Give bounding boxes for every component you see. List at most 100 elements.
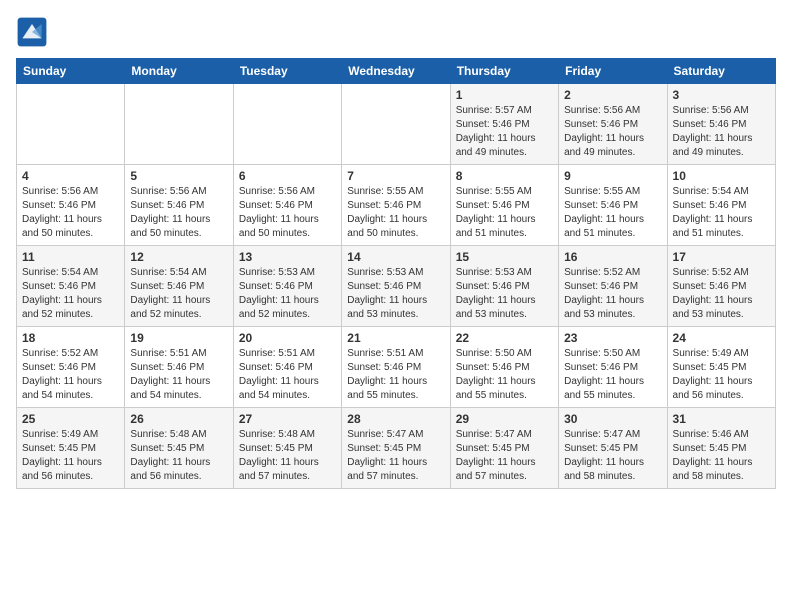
day-number: 4 [22, 169, 119, 183]
calendar-week-3: 11 Sunrise: 5:54 AM Sunset: 5:46 PM Dayli… [17, 246, 776, 327]
calendar-cell [233, 84, 341, 165]
calendar-header: SundayMondayTuesdayWednesdayThursdayFrid… [17, 59, 776, 84]
day-info: Sunrise: 5:47 AM Sunset: 5:45 PM Dayligh… [564, 428, 661, 484]
day-info: Sunrise: 5:56 AM Sunset: 5:46 PM Dayligh… [239, 185, 336, 241]
day-number: 3 [673, 88, 770, 102]
day-info: Sunrise: 5:54 AM Sunset: 5:46 PM Dayligh… [22, 266, 119, 322]
day-info: Sunrise: 5:51 AM Sunset: 5:46 PM Dayligh… [347, 347, 444, 403]
day-number: 17 [673, 250, 770, 264]
calendar-cell: 9 Sunrise: 5:55 AM Sunset: 5:46 PM Daylig… [559, 165, 667, 246]
calendar-cell: 2 Sunrise: 5:56 AM Sunset: 5:46 PM Daylig… [559, 84, 667, 165]
day-info: Sunrise: 5:55 AM Sunset: 5:46 PM Dayligh… [347, 185, 444, 241]
calendar-week-1: 1Sunrise: 5:57 AM Sunset: 5:46 PM Daylig… [17, 84, 776, 165]
calendar-cell: 30 Sunrise: 5:47 AM Sunset: 5:45 PM Dayli… [559, 408, 667, 489]
calendar-cell: 26Sunrise: 5:48 AM Sunset: 5:45 PM Dayli… [125, 408, 233, 489]
day-number: 6 [239, 169, 336, 183]
day-number: 10 [673, 169, 770, 183]
calendar-cell: 18 Sunrise: 5:52 AM Sunset: 5:46 PM Dayli… [17, 327, 125, 408]
page-header [16, 16, 776, 48]
day-number: 30 [564, 412, 661, 426]
day-info: Sunrise: 5:48 AM Sunset: 5:45 PM Dayligh… [130, 428, 227, 484]
day-info: Sunrise: 5:56 AM Sunset: 5:46 PM Dayligh… [130, 185, 227, 241]
day-info: Sunrise: 5:48 AM Sunset: 5:45 PM Dayligh… [239, 428, 336, 484]
day-info: Sunrise: 5:50 AM Sunset: 5:46 PM Dayligh… [456, 347, 553, 403]
weekday-header-sunday: Sunday [17, 59, 125, 84]
day-info: Sunrise: 5:56 AM Sunset: 5:46 PM Dayligh… [22, 185, 119, 241]
day-info: Sunrise: 5:49 AM Sunset: 5:45 PM Dayligh… [673, 347, 770, 403]
calendar-cell [342, 84, 450, 165]
day-number: 13 [239, 250, 336, 264]
calendar-cell: 20 Sunrise: 5:51 AM Sunset: 5:46 PM Dayli… [233, 327, 341, 408]
day-info: Sunrise: 5:50 AM Sunset: 5:46 PM Dayligh… [564, 347, 661, 403]
weekday-header-tuesday: Tuesday [233, 59, 341, 84]
calendar-cell: 1Sunrise: 5:57 AM Sunset: 5:46 PM Daylig… [450, 84, 558, 165]
day-info: Sunrise: 5:52 AM Sunset: 5:46 PM Dayligh… [22, 347, 119, 403]
calendar-cell [125, 84, 233, 165]
day-info: Sunrise: 5:53 AM Sunset: 5:46 PM Dayligh… [347, 266, 444, 322]
day-number: 1 [456, 88, 553, 102]
day-number: 20 [239, 331, 336, 345]
calendar-cell: 21 Sunrise: 5:51 AM Sunset: 5:46 PM Dayli… [342, 327, 450, 408]
day-number: 25 [22, 412, 119, 426]
day-number: 27 [239, 412, 336, 426]
calendar-cell: 31 Sunrise: 5:46 AM Sunset: 5:45 PM Dayli… [667, 408, 775, 489]
weekday-header-friday: Friday [559, 59, 667, 84]
calendar-cell: 23Sunrise: 5:50 AM Sunset: 5:46 PM Dayli… [559, 327, 667, 408]
day-number: 2 [564, 88, 661, 102]
calendar-cell [17, 84, 125, 165]
day-info: Sunrise: 5:54 AM Sunset: 5:46 PM Dayligh… [673, 185, 770, 241]
day-number: 31 [673, 412, 770, 426]
day-number: 14 [347, 250, 444, 264]
logo-icon [16, 16, 48, 48]
weekday-header-thursday: Thursday [450, 59, 558, 84]
calendar-cell: 16 Sunrise: 5:52 AM Sunset: 5:46 PM Dayli… [559, 246, 667, 327]
day-info: Sunrise: 5:53 AM Sunset: 5:46 PM Dayligh… [239, 266, 336, 322]
calendar-cell: 3 Sunrise: 5:56 AM Sunset: 5:46 PM Daylig… [667, 84, 775, 165]
day-number: 8 [456, 169, 553, 183]
calendar-cell: 13 Sunrise: 5:53 AM Sunset: 5:46 PM Dayli… [233, 246, 341, 327]
day-number: 28 [347, 412, 444, 426]
day-info: Sunrise: 5:51 AM Sunset: 5:46 PM Dayligh… [130, 347, 227, 403]
weekday-header-saturday: Saturday [667, 59, 775, 84]
day-info: Sunrise: 5:52 AM Sunset: 5:46 PM Dayligh… [564, 266, 661, 322]
calendar-cell: 6 Sunrise: 5:56 AM Sunset: 5:46 PM Daylig… [233, 165, 341, 246]
day-info: Sunrise: 5:53 AM Sunset: 5:46 PM Dayligh… [456, 266, 553, 322]
calendar-cell: 17 Sunrise: 5:52 AM Sunset: 5:46 PM Dayli… [667, 246, 775, 327]
calendar-cell: 28 Sunrise: 5:47 AM Sunset: 5:45 PM Dayli… [342, 408, 450, 489]
day-number: 7 [347, 169, 444, 183]
day-number: 21 [347, 331, 444, 345]
weekday-header-wednesday: Wednesday [342, 59, 450, 84]
day-number: 11 [22, 250, 119, 264]
day-number: 5 [130, 169, 227, 183]
day-number: 29 [456, 412, 553, 426]
day-number: 19 [130, 331, 227, 345]
day-number: 12 [130, 250, 227, 264]
calendar-cell: 15 Sunrise: 5:53 AM Sunset: 5:46 PM Dayli… [450, 246, 558, 327]
day-info: Sunrise: 5:52 AM Sunset: 5:46 PM Dayligh… [673, 266, 770, 322]
calendar-cell: 10 Sunrise: 5:54 AM Sunset: 5:46 PM Dayli… [667, 165, 775, 246]
calendar-week-4: 18 Sunrise: 5:52 AM Sunset: 5:46 PM Dayli… [17, 327, 776, 408]
calendar-body: 1Sunrise: 5:57 AM Sunset: 5:46 PM Daylig… [17, 84, 776, 489]
day-info: Sunrise: 5:47 AM Sunset: 5:45 PM Dayligh… [347, 428, 444, 484]
day-info: Sunrise: 5:46 AM Sunset: 5:45 PM Dayligh… [673, 428, 770, 484]
day-info: Sunrise: 5:51 AM Sunset: 5:46 PM Dayligh… [239, 347, 336, 403]
day-number: 18 [22, 331, 119, 345]
calendar-cell: 19 Sunrise: 5:51 AM Sunset: 5:46 PM Dayli… [125, 327, 233, 408]
logo [16, 16, 52, 48]
day-number: 24 [673, 331, 770, 345]
day-info: Sunrise: 5:55 AM Sunset: 5:46 PM Dayligh… [564, 185, 661, 241]
day-number: 22 [456, 331, 553, 345]
weekday-header-monday: Monday [125, 59, 233, 84]
calendar-cell: 12Sunrise: 5:54 AM Sunset: 5:46 PM Dayli… [125, 246, 233, 327]
calendar-cell: 27 Sunrise: 5:48 AM Sunset: 5:45 PM Dayli… [233, 408, 341, 489]
day-info: Sunrise: 5:56 AM Sunset: 5:46 PM Dayligh… [673, 104, 770, 160]
calendar-cell: 24 Sunrise: 5:49 AM Sunset: 5:45 PM Dayli… [667, 327, 775, 408]
day-info: Sunrise: 5:49 AM Sunset: 5:45 PM Dayligh… [22, 428, 119, 484]
day-number: 16 [564, 250, 661, 264]
day-number: 9 [564, 169, 661, 183]
day-info: Sunrise: 5:56 AM Sunset: 5:46 PM Dayligh… [564, 104, 661, 160]
calendar-week-2: 4 Sunrise: 5:56 AM Sunset: 5:46 PM Daylig… [17, 165, 776, 246]
day-number: 15 [456, 250, 553, 264]
calendar-cell: 25 Sunrise: 5:49 AM Sunset: 5:45 PM Dayli… [17, 408, 125, 489]
calendar-table: SundayMondayTuesdayWednesdayThursdayFrid… [16, 58, 776, 489]
